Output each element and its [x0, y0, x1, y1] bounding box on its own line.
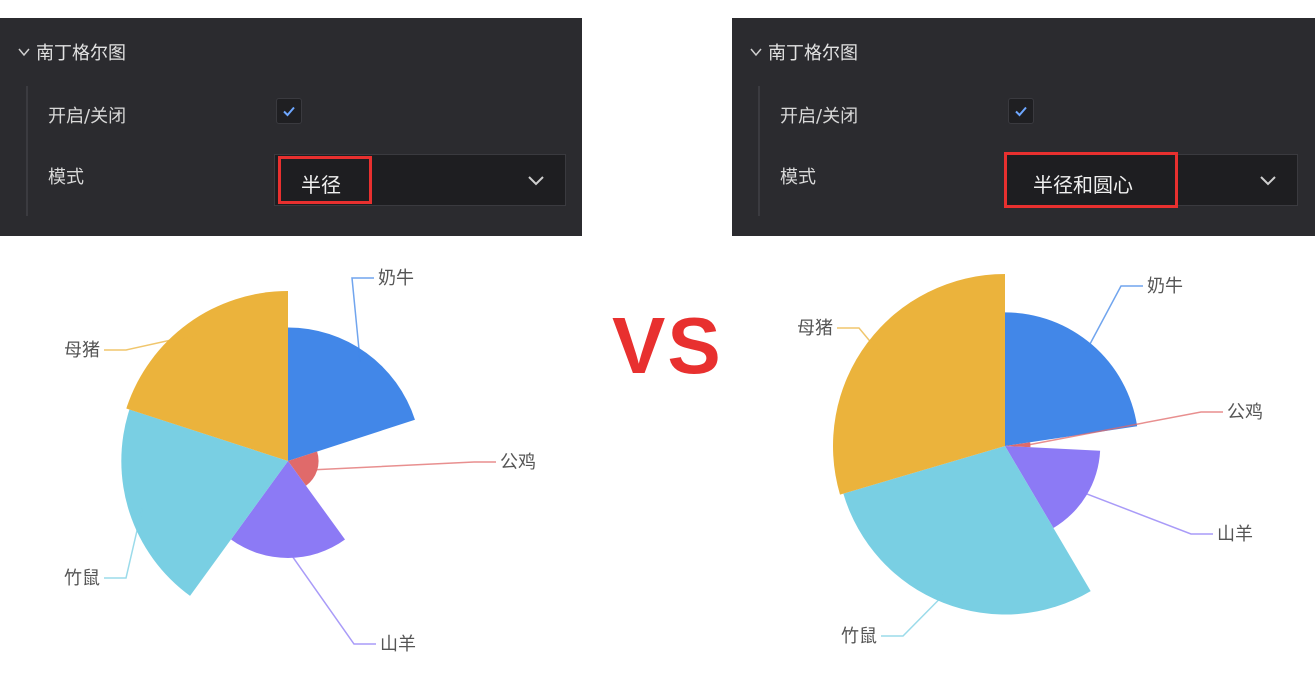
- section-title: 南丁格尔图: [36, 43, 126, 64]
- section-title: 南丁格尔图: [768, 43, 858, 64]
- rose-chart-area: 奶牛公鸡山羊竹鼠 母猪: [797, 274, 1263, 647]
- mode-select-value: 半径和圆心: [1033, 173, 1133, 197]
- mode-select-value: 半径: [301, 173, 341, 197]
- page: 南丁格尔图 开启/关闭 模式 半径 南丁格尔图 开启/关闭 模式 半径和圆心 V…: [0, 0, 1315, 679]
- mode-label: 模式: [48, 167, 84, 188]
- section-rail: [758, 86, 760, 216]
- rose-chart-radius: 奶牛公鸡山羊 竹鼠 母猪: [64, 268, 536, 655]
- settings-panel-radius-and-center: 南丁格尔图 开启/关闭 模式 半径和圆心: [732, 18, 1315, 236]
- check-icon: [283, 106, 295, 117]
- chevron-down-icon: [18, 48, 30, 57]
- rose-slice[interactable]: [1005, 312, 1138, 446]
- slice-label: 母猪: [64, 340, 100, 361]
- toggle-label: 开启/关闭: [48, 106, 127, 127]
- leader-line: [314, 461, 496, 471]
- chevron-down-icon: [750, 48, 762, 57]
- mode-label: 模式: [780, 167, 816, 188]
- section-header[interactable]: 南丁格尔图: [748, 38, 858, 66]
- toggle-checkbox[interactable]: [1008, 98, 1034, 124]
- check-icon: [1015, 106, 1027, 117]
- slice-label: 山羊: [1217, 524, 1253, 545]
- toggle-checkbox[interactable]: [276, 98, 302, 124]
- settings-panel-radius: 南丁格尔图 开启/关闭 模式 半径: [0, 18, 582, 236]
- leader-line: [1084, 285, 1143, 354]
- slice-label: 竹鼠: [841, 626, 877, 647]
- slice-label: 山羊: [380, 634, 416, 655]
- section-header[interactable]: 南丁格尔图: [16, 38, 126, 66]
- section-rail: [26, 86, 28, 216]
- slice-label: 公鸡: [500, 452, 536, 473]
- leader-line: [287, 549, 376, 645]
- mode-select[interactable]: 半径和圆心: [1006, 154, 1298, 206]
- slice-label: 公鸡: [1227, 402, 1263, 423]
- slice-label: 母猪: [797, 318, 833, 339]
- toggle-label: 开启/关闭: [780, 106, 859, 127]
- slice-label: 奶牛: [1147, 276, 1183, 297]
- chevron-down-icon: [1260, 176, 1276, 186]
- slice-label: 奶牛: [378, 268, 414, 289]
- chevron-down-icon: [528, 176, 544, 186]
- vs-text: VS: [612, 301, 723, 390]
- slice-label: 竹鼠: [64, 568, 100, 589]
- mode-select[interactable]: 半径: [274, 154, 566, 206]
- leader-line: [1079, 490, 1213, 535]
- rose-slice[interactable]: [288, 327, 415, 461]
